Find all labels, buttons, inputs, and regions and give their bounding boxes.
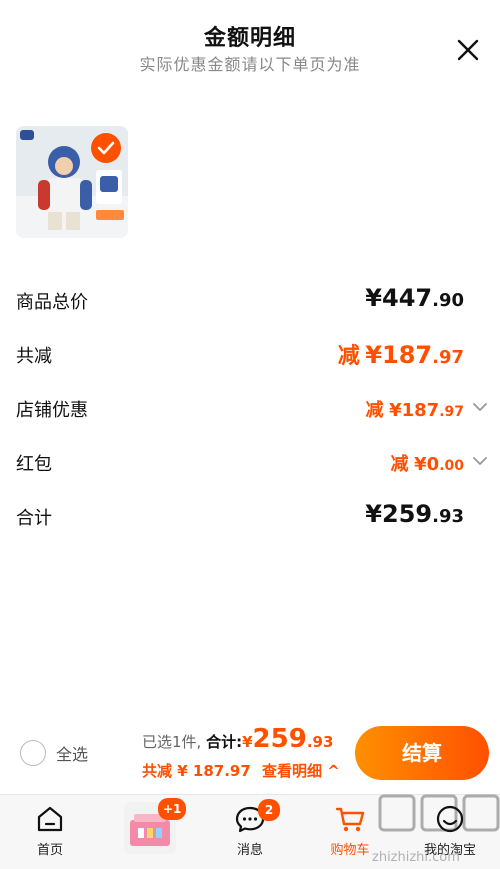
footer-discount-text: 共减 ¥ 187.97 (142, 762, 251, 780)
profile-icon (436, 805, 464, 833)
red-packet-label: 红包 (16, 454, 52, 475)
total-row: 合计 ¥259.93 (0, 500, 500, 534)
tab-home[interactable]: 首页 (10, 803, 90, 858)
footer-total-amount: ¥259.93 (242, 724, 334, 754)
checkout-button[interactable]: 结算 (355, 726, 489, 780)
selected-count: 已选1件, (142, 733, 202, 751)
store-discount-value: 减 ¥187.97 (365, 400, 465, 421)
store-discount-row[interactable]: 店铺优惠 减 ¥187.97 (0, 392, 500, 426)
tab-cart-label: 购物车 (330, 843, 370, 858)
tab-messages[interactable]: 消息 2 (210, 799, 290, 858)
product-thumbnail[interactable] (16, 126, 128, 238)
tab-profile-label: 我的淘宝 (423, 843, 476, 858)
message-badge: 2 (258, 799, 280, 821)
total-discount-row: 共减 减 ¥187.97 (0, 338, 500, 372)
red-packet-row[interactable]: 红包 减 ¥0.00 (0, 446, 500, 480)
store-discount-label: 店铺优惠 (16, 400, 88, 421)
view-detail-link[interactable]: 查看明细 ^ (262, 762, 340, 780)
page-title: 金额明细 (203, 26, 296, 51)
total-discount-value: 减 ¥187.97 (337, 341, 464, 369)
discount-summary[interactable]: 共减 ¥ 187.97 查看明细 ^ (142, 760, 340, 781)
total-discount-label: 共减 (16, 346, 52, 367)
check-icon[interactable] (90, 132, 122, 164)
subtotal-label: 商品总价 (16, 292, 88, 313)
bottom-tab-bar: 首页 消息 2 购物车 我的淘宝 (0, 794, 500, 869)
total-label: 合计 (16, 508, 52, 529)
total-value: ¥259.93 (365, 500, 464, 528)
subtotal-row: 商品总价 ¥447.90 (0, 284, 500, 318)
select-all-radio[interactable] (20, 740, 46, 766)
chevron-down-icon[interactable] (472, 456, 488, 466)
tab-home-label: 首页 (36, 843, 63, 858)
home-icon (37, 806, 63, 832)
tab-cart[interactable]: 购物车 (310, 803, 390, 858)
footer-total-label: 合计: (206, 733, 243, 751)
detail-header: 金额明细 实际优惠金额请以下单页为准 (0, 0, 500, 110)
close-icon[interactable] (455, 37, 481, 63)
red-packet-value: 减 ¥0.00 (390, 454, 464, 475)
cart-icon (335, 807, 365, 832)
promo-badge: +1 (158, 798, 187, 820)
page-subtitle: 实际优惠金额请以下单页为准 (139, 55, 361, 74)
chevron-down-icon[interactable] (472, 402, 488, 412)
tab-profile[interactable]: 我的淘宝 (410, 803, 490, 858)
select-all-toggle[interactable]: 全选 (20, 740, 88, 766)
checkout-bar: 全选 已选1件, 合计:¥259.93 共减 ¥ 187.97 查看明细 ^ 结… (0, 716, 500, 794)
select-all-label: 全选 (56, 745, 89, 764)
selection-summary: 已选1件, 合计:¥259.93 (142, 724, 333, 754)
tab-messages-label: 消息 (236, 843, 263, 858)
subtotal-value: ¥447.90 (365, 284, 464, 312)
